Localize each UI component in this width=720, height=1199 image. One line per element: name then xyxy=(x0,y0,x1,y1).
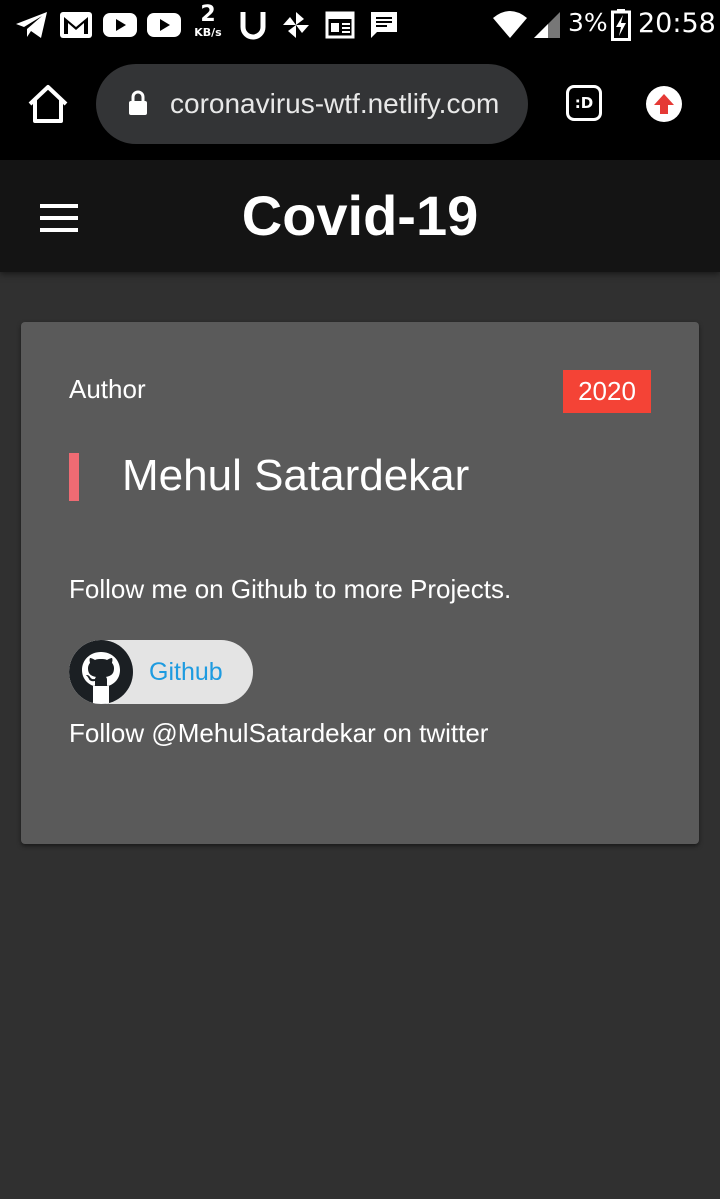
page-title: Covid-19 xyxy=(241,184,479,247)
lock-icon xyxy=(128,90,148,116)
year-badge: 2020 xyxy=(563,370,651,413)
quote-accent-bar xyxy=(69,453,79,501)
tabs-button[interactable]: :D xyxy=(566,85,602,121)
signal-icon xyxy=(532,8,562,42)
follow-twitter-text: Follow @MehulSatardekar on twitter xyxy=(69,718,489,748)
wifi-icon xyxy=(492,8,528,42)
hamburger-menu-icon[interactable] xyxy=(40,204,80,232)
telegram-icon xyxy=(14,8,50,42)
youtube-icon xyxy=(102,8,138,42)
github-button-label: Github xyxy=(149,658,223,686)
status-bar: 2 KB/s 3% 20:58 xyxy=(0,0,720,50)
follow-github-text: Follow me on Github to more Projects. xyxy=(69,574,512,604)
network-speed-value: 2 xyxy=(200,2,216,27)
clock: 20:58 xyxy=(638,8,716,39)
battery-charging-icon xyxy=(610,8,632,42)
home-icon xyxy=(28,85,68,123)
battery-percent: 3% xyxy=(568,8,608,37)
app-bar: Covid-19 xyxy=(0,160,720,272)
pinwheel-icon xyxy=(280,8,312,42)
u-icon xyxy=(238,8,268,42)
youtube-icon xyxy=(146,8,182,42)
network-speed-unit: KB/s xyxy=(194,26,222,39)
author-name: Mehul Satardekar xyxy=(122,451,470,500)
card-label: Author xyxy=(69,374,146,404)
upload-icon xyxy=(654,94,674,114)
message-icon xyxy=(368,8,400,42)
github-button[interactable]: Github xyxy=(69,640,253,704)
browser-toolbar: coronavirus-wtf.netlify.com :D xyxy=(0,50,720,160)
gmail-icon xyxy=(58,8,94,42)
upload-button[interactable] xyxy=(646,86,682,122)
home-button[interactable] xyxy=(26,82,70,126)
author-card: Author 2020 Mehul Satardekar Follow me o… xyxy=(21,322,699,844)
address-bar[interactable]: coronavirus-wtf.netlify.com xyxy=(96,64,528,144)
news-icon xyxy=(324,8,356,42)
network-speed: 2 KB/s xyxy=(188,2,228,39)
url-text: coronavirus-wtf.netlify.com xyxy=(170,88,500,119)
github-icon xyxy=(69,640,133,704)
